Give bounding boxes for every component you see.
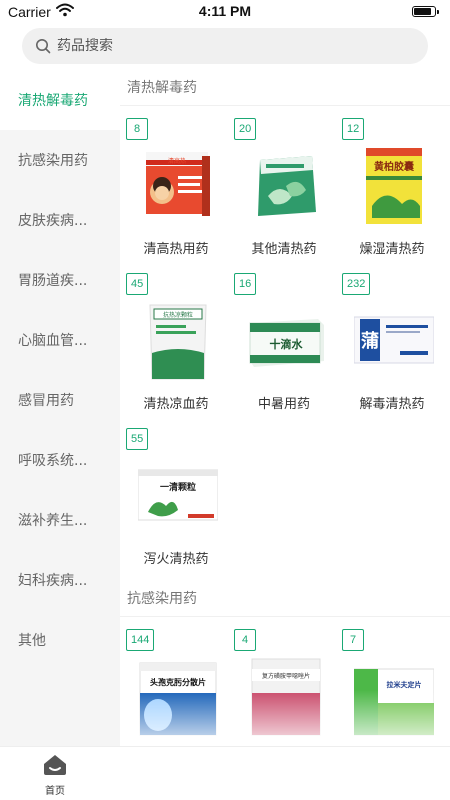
product-image: 头孢克肟分散片 xyxy=(139,662,217,736)
subcategory-name: 解毒清热药 xyxy=(359,397,425,412)
product-image: 抗热凉颗粒 xyxy=(149,304,207,380)
subcategory-name: 泻火清热药 xyxy=(143,552,209,567)
subcategory-grid: 144 头孢克肟分散片 4 复方磺胺甲噁唑片 7 拉米夫定片 xyxy=(120,617,450,746)
count-badge: 12 xyxy=(342,118,365,140)
sidebar-item-kangganran[interactable]: 抗感染用药 xyxy=(0,130,120,190)
sidebar-item-pifu[interactable]: 皮肤疾病... xyxy=(0,190,120,250)
search-input[interactable] xyxy=(57,38,397,54)
product-image: 清高热 xyxy=(146,152,210,216)
package-label: 蒲 xyxy=(361,331,379,352)
subcategory-name: 中暑用药 xyxy=(257,397,310,412)
product-image: 拉米夫定片 xyxy=(354,668,434,736)
subcategory-card[interactable]: 20 其他清热药 xyxy=(228,116,336,271)
subcategory-card[interactable]: 16 十滴水 中暑用药 xyxy=(228,271,336,426)
package-label: 十滴水 xyxy=(270,337,304,351)
sidebar-item-qita[interactable]: 其他 xyxy=(0,610,120,670)
subcategory-name: 燥湿清热药 xyxy=(359,242,425,257)
subcategory-card[interactable]: 7 拉米夫定片 xyxy=(336,627,444,746)
section-title: 抗感染用药 xyxy=(120,581,450,617)
package-label: 复方磺胺甲噁唑片 xyxy=(262,672,310,680)
category-sidebar: 清热解毒药 抗感染用药 皮肤疾病... 胃肠道疾... 心脑血管... 感冒用药… xyxy=(0,70,120,746)
subcategory-name: 清热凉血药 xyxy=(143,397,209,412)
count-badge: 8 xyxy=(126,118,148,140)
subcategory-name: 其他清热药 xyxy=(251,242,317,257)
subcategory-card[interactable]: 232 蒲 解毒清热药 xyxy=(336,271,444,426)
tab-home[interactable]: 首页 xyxy=(30,753,80,797)
count-badge: 144 xyxy=(126,629,155,651)
tab-bar: 首页 xyxy=(0,746,450,800)
sidebar-item-qingre[interactable]: 清热解毒药 xyxy=(0,70,120,130)
product-image xyxy=(258,156,316,216)
count-badge: 7 xyxy=(342,629,364,651)
subcategory-card[interactable]: 45 抗热凉颗粒 清热凉血药 xyxy=(120,271,228,426)
product-image: 十滴水 xyxy=(249,319,324,367)
subcategory-name: 清高热用药 xyxy=(143,242,209,257)
battery-icon xyxy=(412,6,439,17)
tab-home-label: 首页 xyxy=(45,786,65,797)
package-label: 一清颗粒 xyxy=(160,481,196,493)
sidebar-item-xinnao[interactable]: 心脑血管... xyxy=(0,310,120,370)
product-image: 蒲 xyxy=(354,316,434,364)
count-badge: 4 xyxy=(234,629,256,651)
package-label: 抗热凉颗粒 xyxy=(163,311,193,319)
subcategory-card[interactable]: 55 一清颗粒 泻火清热药 xyxy=(120,426,228,581)
sidebar-item-fuke[interactable]: 妇科疾病... xyxy=(0,550,120,610)
section-title: 清热解毒药 xyxy=(120,70,450,106)
product-image: 一清颗粒 xyxy=(138,469,218,521)
category-content: 清热解毒药 8 清高热 清高热用药 20 其他清热药 12 黄柏胶囊 燥湿清热药… xyxy=(120,70,450,746)
product-image: 复方磺胺甲噁唑片 xyxy=(251,658,321,736)
package-label: 拉米夫定片 xyxy=(387,680,422,689)
package-label: 清高热 xyxy=(168,157,186,165)
status-bar: Carrier 4:11 PM xyxy=(0,0,450,24)
subcategory-card[interactable]: 4 复方磺胺甲噁唑片 xyxy=(228,627,336,746)
count-badge: 16 xyxy=(234,273,257,295)
home-icon xyxy=(44,755,66,775)
subcategory-card[interactable]: 12 黄柏胶囊 燥湿清热药 xyxy=(336,116,444,271)
subcategory-card[interactable]: 8 清高热 清高热用药 xyxy=(120,116,228,271)
sidebar-item-weichang[interactable]: 胃肠道疾... xyxy=(0,250,120,310)
clock: 4:11 PM xyxy=(198,3,252,19)
count-badge: 45 xyxy=(126,273,149,295)
count-badge: 20 xyxy=(234,118,257,140)
search-bar[interactable] xyxy=(22,28,428,64)
package-label: 黄柏胶囊 xyxy=(374,160,415,173)
package-label: 头孢克肟分散片 xyxy=(150,677,206,687)
count-badge: 232 xyxy=(342,273,371,295)
sidebar-item-zibu[interactable]: 滋补养生... xyxy=(0,490,120,550)
count-badge: 55 xyxy=(126,428,149,450)
product-image: 黄柏胶囊 xyxy=(366,148,422,224)
search-icon xyxy=(35,38,51,54)
sidebar-item-huxi[interactable]: 呼吸系统... xyxy=(0,430,120,490)
sidebar-item-ganmao[interactable]: 感冒用药 xyxy=(0,370,120,430)
subcategory-grid: 8 清高热 清高热用药 20 其他清热药 12 黄柏胶囊 燥湿清热药 45 抗热… xyxy=(120,106,450,581)
subcategory-card[interactable]: 144 头孢克肟分散片 xyxy=(120,627,228,746)
